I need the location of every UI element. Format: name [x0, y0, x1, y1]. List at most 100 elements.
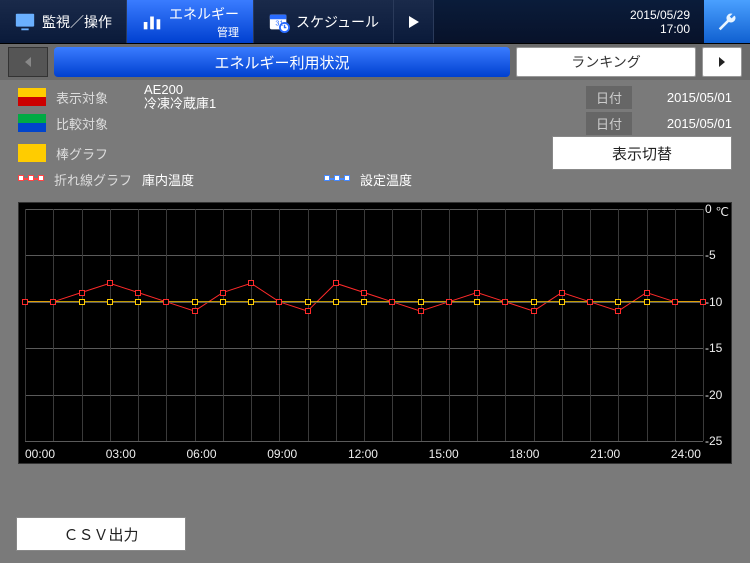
- y-tick: -5: [705, 248, 731, 262]
- data-point: [220, 290, 226, 296]
- data-point: [446, 299, 452, 305]
- top-tab-bar: 監視／操作 エネルギー 管理 31 スケジュール 2015/05/29 17:0…: [0, 0, 750, 44]
- data-point: [50, 299, 56, 305]
- tab-next-button[interactable]: [394, 0, 434, 43]
- data-point: [559, 299, 565, 305]
- y-tick: -10: [705, 295, 731, 309]
- data-point: [474, 299, 480, 305]
- display-switch-button[interactable]: 表示切替: [552, 136, 732, 170]
- data-point: [615, 308, 621, 314]
- chevron-left-icon: [22, 56, 34, 68]
- target-swatch-icon: [18, 88, 46, 106]
- chevron-right-icon: [716, 56, 728, 68]
- page-title-pill: エネルギー利用状況: [54, 47, 510, 77]
- data-point: [192, 308, 198, 314]
- data-point: [276, 299, 282, 305]
- data-point: [502, 299, 508, 305]
- target-date-value: 2015/05/01: [642, 90, 732, 105]
- tab-energy-label1: エネルギー: [169, 6, 239, 22]
- tab-schedule[interactable]: 31 スケジュール: [254, 0, 394, 43]
- chart-area: ℃ 0-5-10-15-20-25 00:0003:0006:0009:0012…: [18, 202, 732, 464]
- csv-export-label: ＣＳＶ出力: [63, 524, 138, 545]
- data-point: [192, 299, 198, 305]
- data-point: [418, 308, 424, 314]
- data-point: [559, 290, 565, 296]
- bar-swatch-icon: [18, 144, 46, 162]
- subnav-next-button[interactable]: [702, 47, 742, 77]
- data-point: [615, 299, 621, 305]
- data-point: [361, 290, 367, 296]
- x-tick: 12:00: [348, 447, 378, 461]
- data-point: [333, 280, 339, 286]
- play-icon: [407, 15, 421, 29]
- x-tick: 18:00: [509, 447, 539, 461]
- x-tick: 09:00: [267, 447, 297, 461]
- subnav-prev-disabled: [8, 47, 48, 77]
- line-graph-label: 折れ線グラフ: [54, 170, 132, 189]
- tab-monitor-label: 監視／操作: [42, 12, 112, 32]
- time-text: 17:00: [660, 22, 690, 36]
- x-axis-labels: 00:00 03:00 06:00 09:00 12:00 15:00 18:00 21:00…: [25, 447, 701, 461]
- target-value: AE200 冷凍冷蔵庫1: [144, 83, 216, 112]
- page-title: エネルギー利用状況: [214, 52, 349, 73]
- line-series-icon-red: [18, 172, 44, 186]
- compare-date-label: 日付: [586, 112, 632, 135]
- x-tick: 15:00: [429, 447, 459, 461]
- data-point: [700, 299, 706, 305]
- monitor-icon: [14, 11, 36, 33]
- x-tick: 06:00: [186, 447, 216, 461]
- settings-button[interactable]: [704, 0, 750, 43]
- data-point: [587, 299, 593, 305]
- tab-monitor[interactable]: 監視／操作: [0, 0, 127, 43]
- ranking-label: ランキング: [571, 52, 641, 72]
- bar-chart-icon: [141, 11, 163, 33]
- x-tick: 00:00: [25, 447, 55, 461]
- series2-label: 設定温度: [360, 170, 412, 189]
- y-tick: -15: [705, 341, 731, 355]
- data-point: [248, 280, 254, 286]
- target-label: 表示対象: [56, 88, 134, 107]
- data-point: [361, 299, 367, 305]
- ranking-button[interactable]: ランキング: [516, 47, 696, 77]
- display-switch-label: 表示切替: [612, 143, 672, 164]
- tab-energy-label2: 管理: [169, 24, 239, 40]
- csv-export-button[interactable]: ＣＳＶ出力: [16, 517, 186, 551]
- data-point: [22, 299, 28, 305]
- data-point: [135, 299, 141, 305]
- data-point: [531, 299, 537, 305]
- target-date-label: 日付: [586, 86, 632, 109]
- data-point: [163, 299, 169, 305]
- data-point: [418, 299, 424, 305]
- tab-energy[interactable]: エネルギー 管理: [127, 0, 254, 43]
- data-point: [79, 299, 85, 305]
- sub-nav: エネルギー利用状況 ランキング: [0, 44, 750, 80]
- datetime-display: 2015/05/29 17:00: [616, 0, 704, 43]
- y-tick: -25: [705, 434, 731, 448]
- line-series-icon-blue: [324, 172, 350, 186]
- x-tick: 21:00: [590, 447, 620, 461]
- data-point: [305, 308, 311, 314]
- data-point: [220, 299, 226, 305]
- svg-text:31: 31: [275, 18, 283, 27]
- data-point: [107, 299, 113, 305]
- data-point: [79, 290, 85, 296]
- compare-date-value: 2015/05/01: [642, 116, 732, 131]
- date-text: 2015/05/29: [630, 8, 690, 22]
- series1-label: 庫内温度: [142, 170, 194, 189]
- data-point: [644, 290, 650, 296]
- data-point: [531, 308, 537, 314]
- data-point: [672, 299, 678, 305]
- calendar-clock-icon: 31: [268, 11, 290, 33]
- data-point: [389, 299, 395, 305]
- compare-swatch-icon: [18, 114, 46, 132]
- compare-label: 比較対象: [56, 114, 134, 133]
- wrench-icon: [716, 11, 738, 33]
- x-tick: 24:00: [671, 447, 701, 461]
- data-point: [333, 299, 339, 305]
- x-tick: 03:00: [106, 447, 136, 461]
- data-point: [135, 290, 141, 296]
- data-point: [644, 299, 650, 305]
- bar-graph-label: 棒グラフ: [56, 144, 134, 163]
- tab-schedule-label: スケジュール: [296, 12, 379, 32]
- chart-plot: 0-5-10-15-20-25: [25, 209, 703, 441]
